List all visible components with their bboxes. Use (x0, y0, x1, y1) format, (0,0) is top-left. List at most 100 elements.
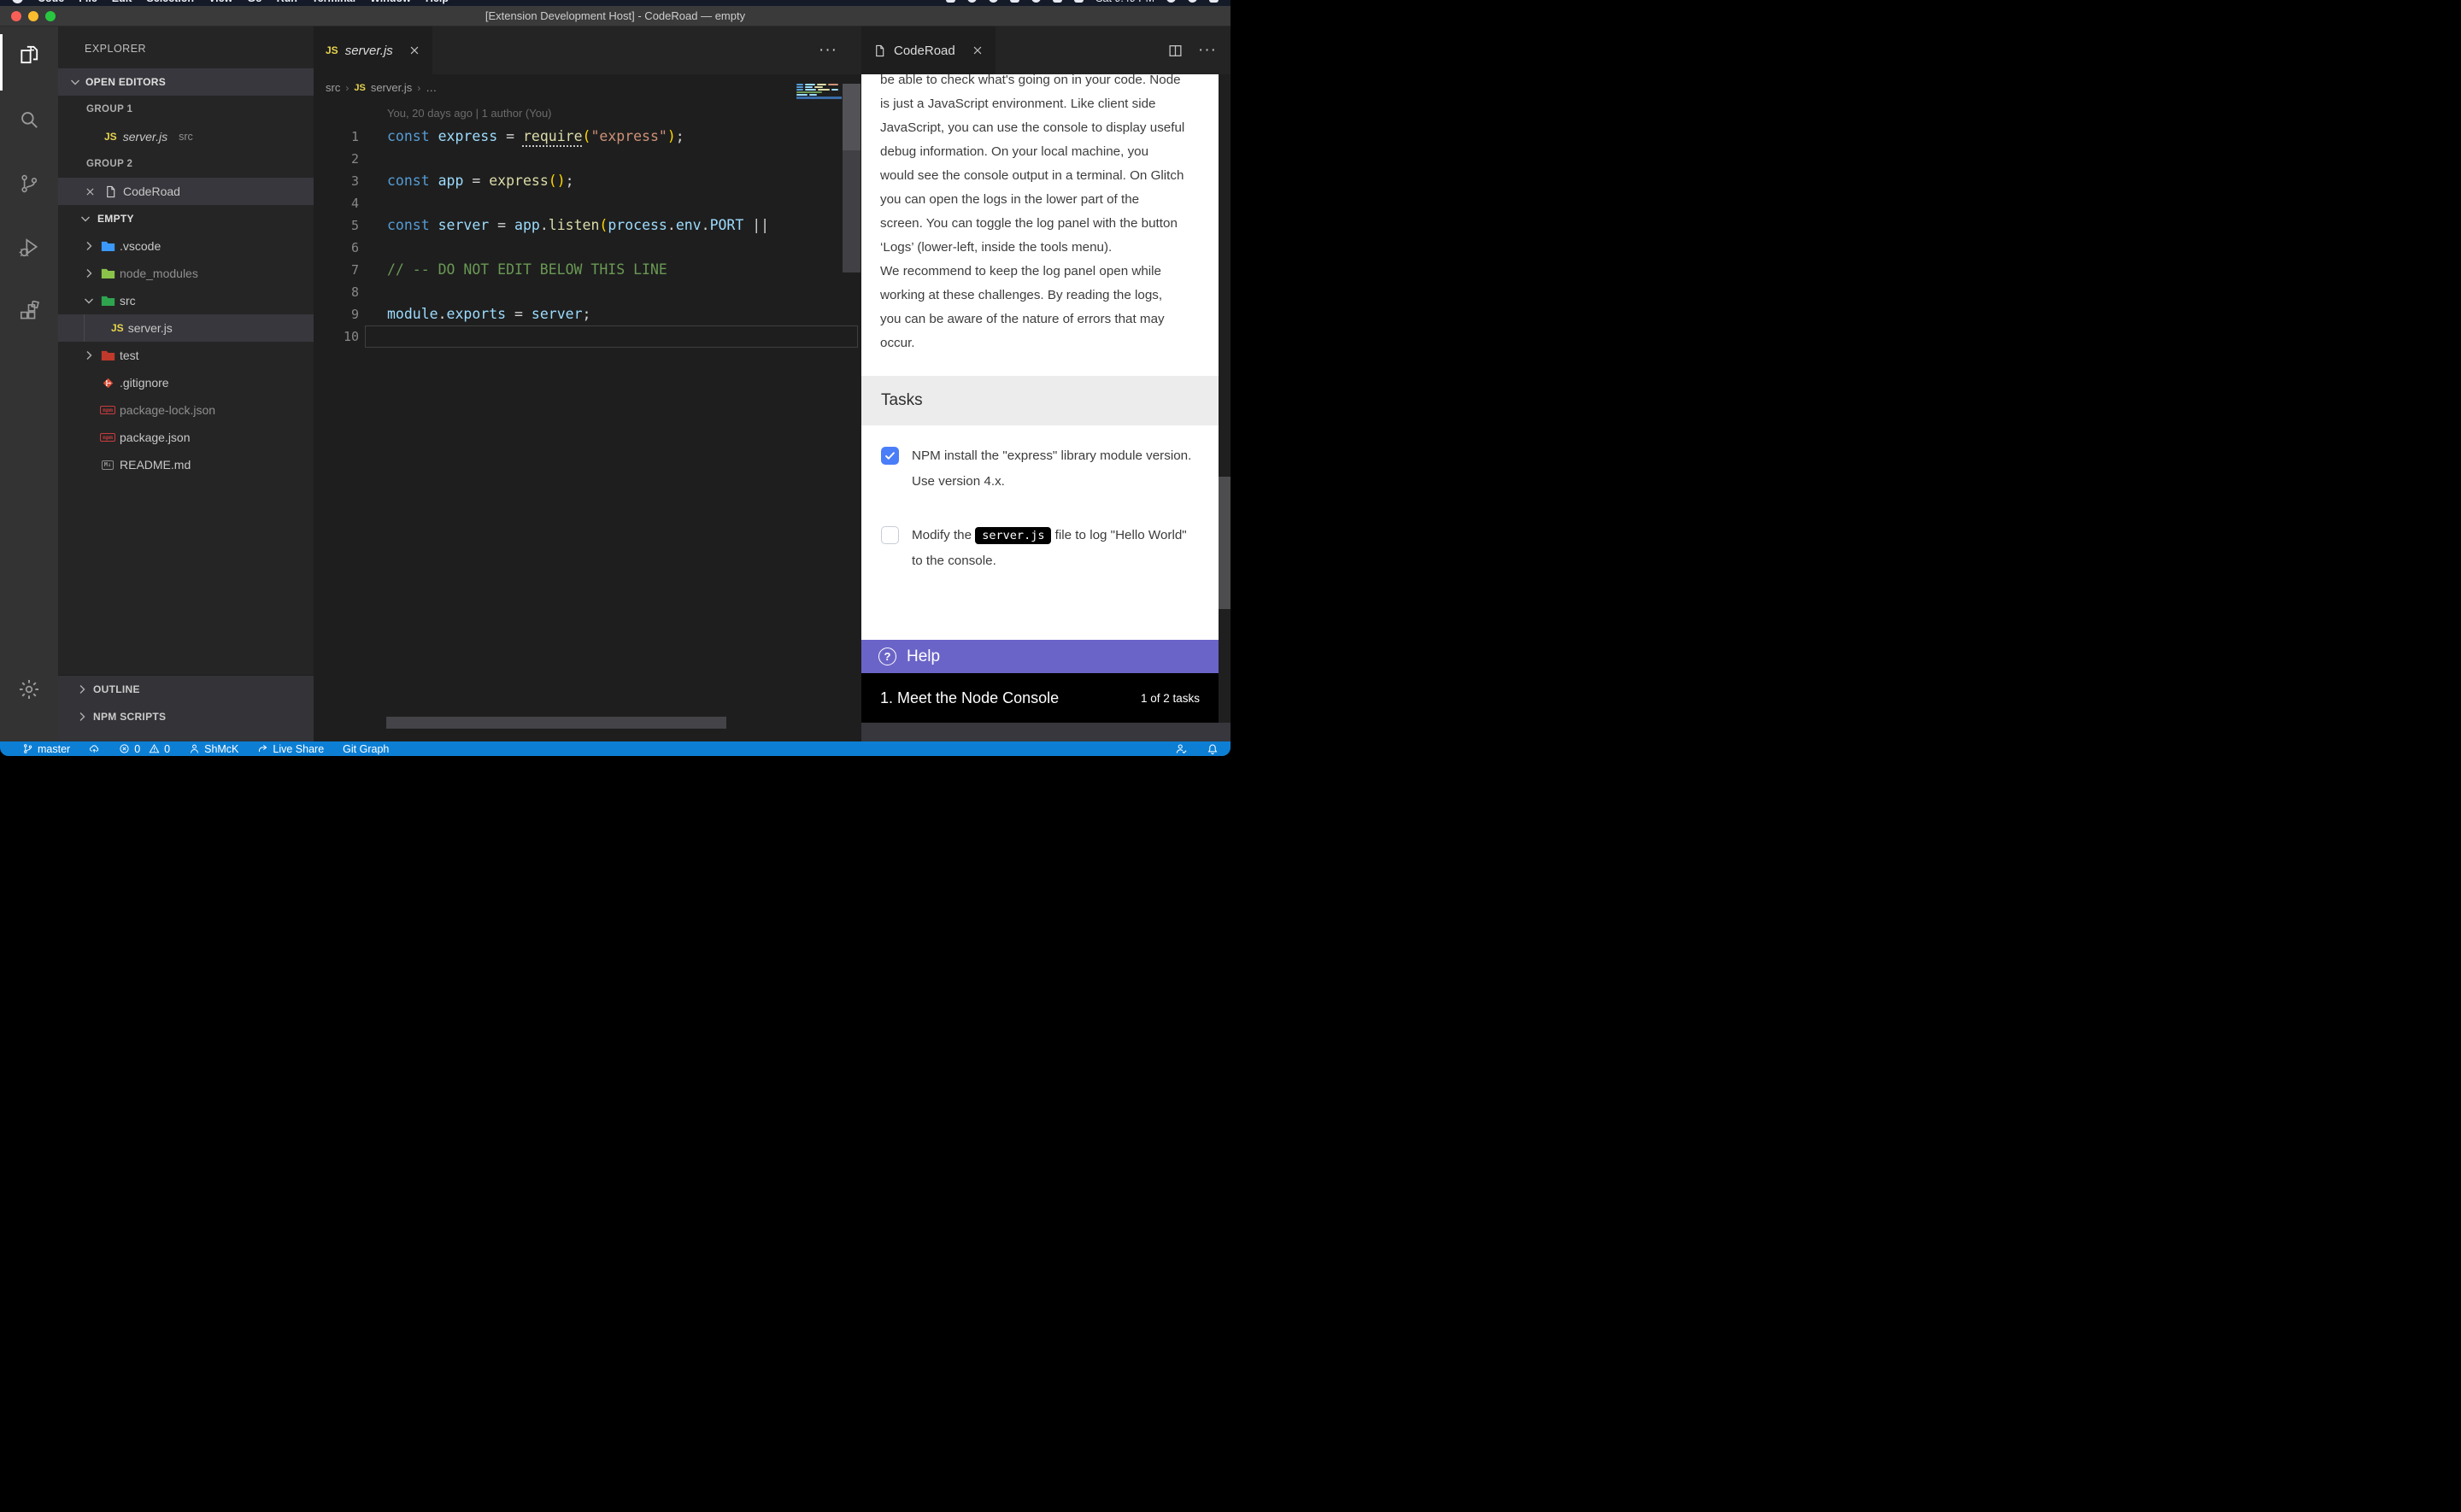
line-number: 9 (314, 303, 359, 325)
menubar-status-icon[interactable] (946, 0, 955, 3)
js-file-icon: JS (104, 131, 117, 143)
tree-item-readme[interactable]: M↓ README.md (58, 451, 314, 478)
account-item[interactable]: ShMcK (189, 743, 238, 755)
menu-selection[interactable]: Selection (146, 0, 194, 4)
help-icon: ? (878, 648, 896, 665)
menubar-status-icon[interactable] (1010, 0, 1019, 3)
minimap[interactable] (796, 84, 842, 99)
git-branch-item[interactable]: master (22, 743, 70, 755)
panel-bottom-strip (861, 723, 1230, 741)
more-actions-ellipsis[interactable]: ··· (1198, 41, 1217, 60)
split-editor-icon[interactable] (1168, 44, 1183, 58)
editor-actions-ellipsis[interactable]: ··· (819, 26, 837, 74)
code-editor[interactable]: You, 20 days ago | 1 author (You) 1const… (314, 101, 843, 741)
editor-group-1: JS server.js ··· src › JS server.js › … … (314, 26, 861, 741)
tree-item-src[interactable]: src (58, 287, 314, 314)
active-indicator (0, 34, 3, 91)
bell-icon (1207, 743, 1219, 755)
task-item-2: Modify the server.js file to log "Hello … (881, 523, 1199, 574)
problems-item[interactable]: 0 0 (119, 743, 170, 755)
run-debug-icon[interactable] (0, 227, 58, 268)
menu-help[interactable]: Help (426, 0, 449, 4)
task-item-1: NPM install the "express" library module… (881, 443, 1199, 495)
settings-gear-icon[interactable] (0, 669, 58, 710)
menu-terminal[interactable]: Terminal (312, 0, 355, 4)
tree-item-package-json[interactable]: npm package.json (58, 424, 314, 451)
menubar-status-icon[interactable] (1074, 0, 1084, 3)
person-check-icon (1175, 742, 1188, 755)
siri-icon[interactable] (1188, 0, 1197, 3)
feedback-button[interactable] (1175, 742, 1188, 755)
close-icon[interactable] (972, 44, 984, 56)
menu-run[interactable]: Run (277, 0, 297, 4)
open-editor-serverjs[interactable]: JS server.js src (58, 123, 314, 150)
menubar-status-icon[interactable] (1031, 0, 1041, 3)
editor-group-2-label: GROUP 2 (58, 150, 314, 178)
git-graph-button[interactable]: Git Graph (343, 743, 389, 755)
workspace-section-header[interactable]: EMPTY (58, 205, 314, 232)
control-center-icon[interactable] (1209, 0, 1219, 3)
line-number: 5 (314, 214, 359, 237)
menubar-status-icon[interactable] (967, 0, 977, 3)
menu-code[interactable]: Code (38, 0, 64, 4)
tree-item-node-modules[interactable]: node_modules (58, 260, 314, 287)
code-line: const express = require("express"); (359, 126, 684, 148)
tree-item-gitignore[interactable]: .gitignore (58, 369, 314, 396)
lesson-progress-bar[interactable]: 1. Meet the Node Console 1 of 2 tasks (861, 673, 1219, 723)
tree-item-package-lock[interactable]: npm package-lock.json (58, 396, 314, 424)
close-icon[interactable] (85, 186, 97, 197)
explorer-icon[interactable] (0, 34, 58, 75)
js-file-icon: JS (111, 322, 124, 334)
chevron-right-icon (82, 349, 96, 362)
tree-item-test[interactable]: test (58, 342, 314, 369)
markdown-icon: M↓ (100, 458, 115, 472)
task-checkbox-unchecked[interactable] (881, 526, 899, 544)
live-share-button[interactable]: Live Share (257, 743, 324, 755)
code-line (359, 281, 387, 303)
explorer-sidebar: EXPLORER OPEN EDITORS GROUP 1 JS server.… (58, 26, 314, 741)
menubar-status-icon[interactable] (1053, 0, 1062, 3)
menubar-clock[interactable]: Sat 9:49 PM (1095, 0, 1154, 4)
tab-coderoad[interactable]: CodeRoad (861, 26, 996, 74)
tab-serverjs[interactable]: JS server.js (314, 26, 432, 74)
help-bar[interactable]: ? Help (861, 640, 1219, 673)
source-control-icon[interactable] (0, 163, 58, 204)
editor-vertical-scrollbar[interactable] (843, 26, 860, 741)
menu-view[interactable]: View (209, 0, 232, 4)
tree-item-vscode[interactable]: .vscode (58, 232, 314, 260)
menu-file[interactable]: File (79, 0, 97, 4)
tree-item-serverjs[interactable]: JS server.js (58, 314, 314, 342)
macos-menubar: Code File Edit Selection View Go Run Ter… (0, 0, 1230, 6)
close-icon[interactable] (408, 44, 420, 56)
notifications-button[interactable] (1207, 743, 1219, 755)
current-line[interactable]: 10 (314, 325, 843, 348)
line-number: 6 (314, 237, 359, 259)
npm-scripts-section-header[interactable]: NPM SCRIPTS (58, 703, 314, 730)
webview-scrollbar[interactable] (1219, 74, 1230, 723)
search-icon[interactable] (0, 99, 58, 140)
line-number: 1 (314, 126, 359, 148)
breadcrumb[interactable]: src › JS server.js › … (314, 74, 861, 101)
line-number: 10 (314, 325, 359, 348)
extensions-icon[interactable] (0, 291, 58, 332)
editor-horizontal-scrollbar[interactable] (386, 717, 726, 729)
open-editors-header[interactable]: OPEN EDITORS (58, 68, 314, 96)
menubar-status-icon[interactable] (989, 0, 998, 3)
line-number: 3 (314, 170, 359, 192)
codelens-annotation[interactable]: You, 20 days ago | 1 author (You) (314, 101, 843, 126)
outline-section-header[interactable]: OUTLINE (58, 676, 314, 703)
window-title: [Extension Development Host] - CodeRoad … (0, 6, 1230, 26)
task-checkbox-checked[interactable] (881, 447, 899, 465)
errors-icon (119, 743, 130, 754)
src-folder-icon (100, 294, 115, 308)
menu-edit[interactable]: Edit (112, 0, 132, 4)
spotlight-icon[interactable] (1166, 0, 1176, 3)
menu-go[interactable]: Go (247, 0, 261, 4)
sync-changes-button[interactable] (89, 743, 100, 754)
menu-window[interactable]: Window (370, 0, 411, 4)
sidebar-bottom-sections: OUTLINE NPM SCRIPTS (58, 675, 314, 741)
open-editor-coderoad[interactable]: CodeRoad (58, 178, 314, 205)
chevron-down-icon (68, 75, 82, 89)
apple-logo-icon[interactable] (12, 0, 23, 3)
git-icon (100, 376, 115, 390)
